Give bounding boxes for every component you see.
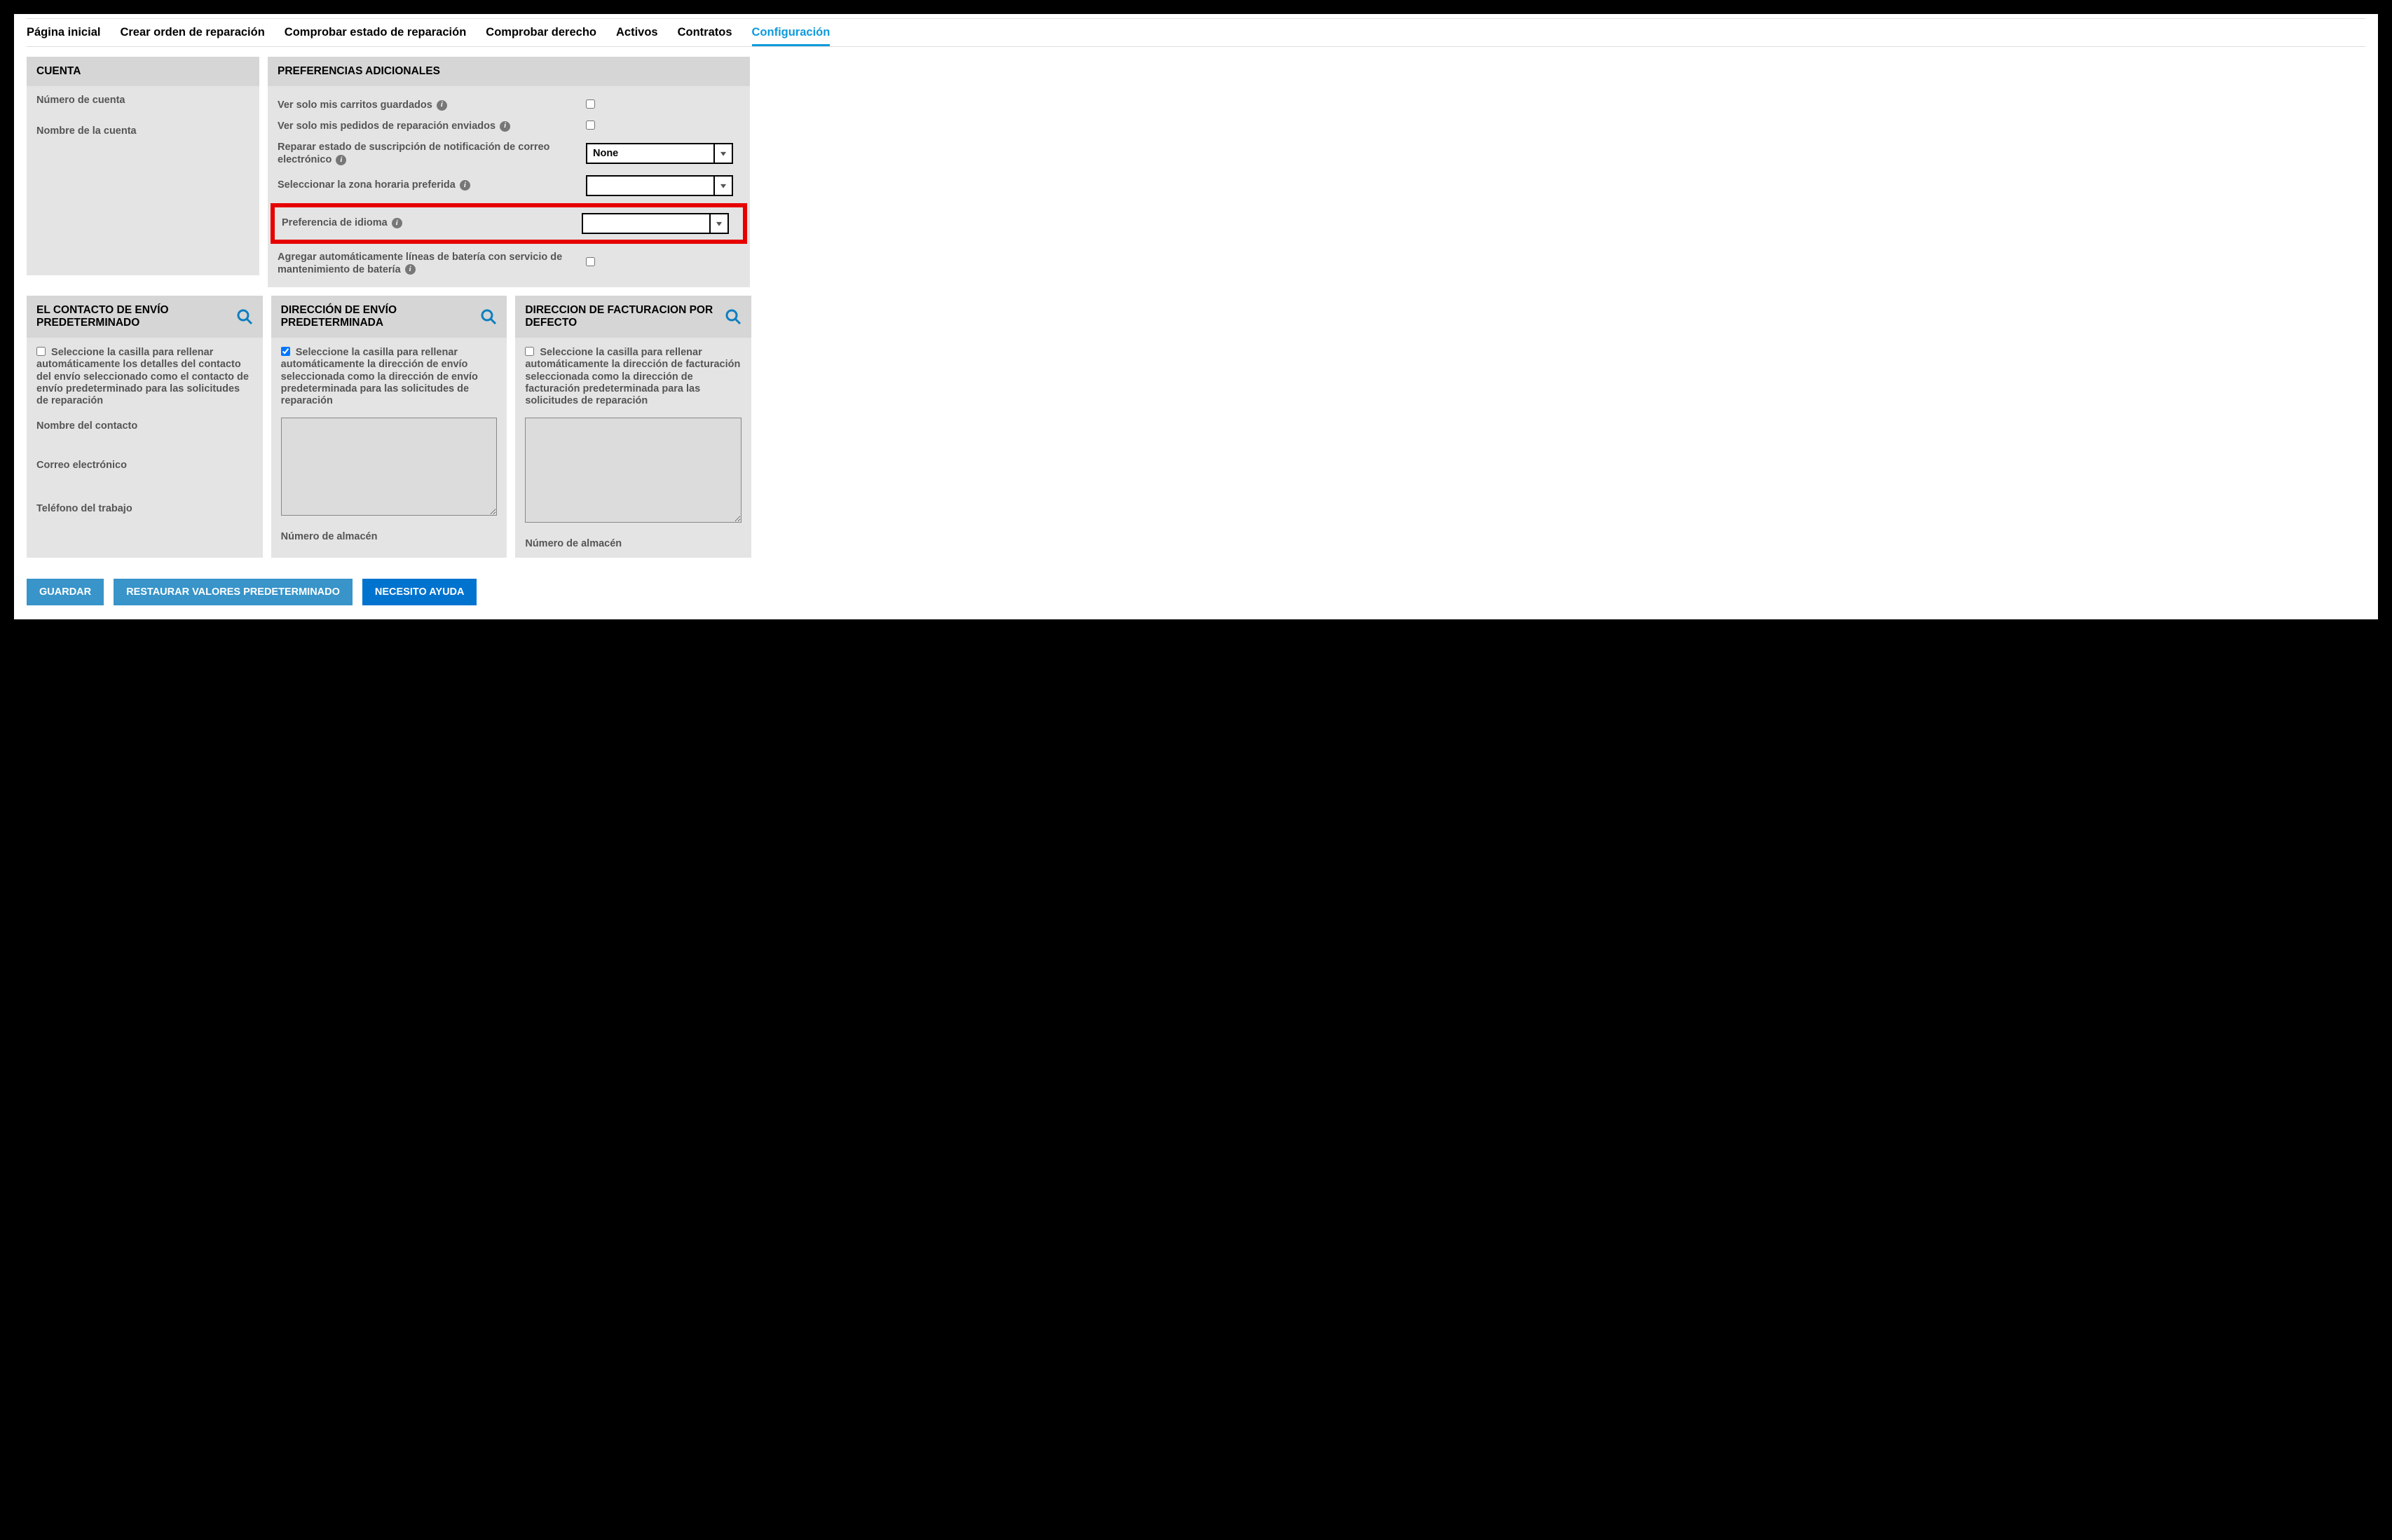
panel-ship-contact: EL CONTACTO DE ENVÍO PREDETERMINADO Sele… xyxy=(27,296,263,558)
info-icon[interactable]: i xyxy=(392,218,402,228)
tab-contracts[interactable]: Contratos xyxy=(678,26,732,39)
chevron-down-icon xyxy=(713,144,732,163)
pref-only-my-carts-checkbox[interactable] xyxy=(586,99,595,109)
panel-account-header: CUENTA xyxy=(27,57,259,86)
ship-contact-phone-label: Teléfono del trabajo xyxy=(36,503,253,514)
ship-address-autofill-label: Seleccione la casilla para rellenar auto… xyxy=(281,347,478,407)
action-buttons: GUARDAR RESTAURAR VALORES PREDETERMINADO… xyxy=(27,579,2365,605)
info-icon[interactable]: i xyxy=(405,264,416,275)
pref-only-my-carts-label: Ver solo mis carritos guardados xyxy=(278,99,432,111)
search-icon[interactable] xyxy=(480,308,497,325)
ship-contact-autofill-label: Seleccione la casilla para rellenar auto… xyxy=(36,347,249,407)
tab-create-repair[interactable]: Crear orden de reparación xyxy=(120,26,264,39)
panel-ship-address-title: DIRECCIÓN DE ENVÍO PREDETERMINADA xyxy=(281,304,481,329)
bill-address-autofill-checkbox[interactable] xyxy=(525,347,534,356)
info-icon[interactable]: i xyxy=(336,155,346,165)
tab-check-repair[interactable]: Comprobar estado de reparación xyxy=(285,26,466,39)
pref-only-my-orders-label: Ver solo mis pedidos de reparación envia… xyxy=(278,121,496,132)
pref-auto-battery-label: Agregar automáticamente líneas de baterí… xyxy=(278,252,562,275)
info-icon[interactable]: i xyxy=(460,180,470,191)
ship-address-autofill-checkbox[interactable] xyxy=(281,347,290,356)
pref-language-select[interactable] xyxy=(582,213,729,234)
panel-preferences-header: PREFERENCIAS ADICIONALES xyxy=(268,57,750,86)
pref-only-my-orders-checkbox[interactable] xyxy=(586,121,595,130)
account-number-label: Número de cuenta xyxy=(36,95,250,106)
save-button[interactable]: GUARDAR xyxy=(27,579,104,605)
info-icon[interactable]: i xyxy=(437,100,447,111)
ship-contact-email-label: Correo electrónico xyxy=(36,460,253,471)
pref-language-label: Preferencia de idioma xyxy=(282,217,388,228)
panel-bill-address-title: DIRECCION DE FACTURACION POR DEFECTO xyxy=(525,304,725,329)
info-icon[interactable]: i xyxy=(500,121,510,132)
tab-check-entitlement[interactable]: Comprobar derecho xyxy=(486,26,596,39)
search-icon[interactable] xyxy=(725,308,741,325)
pref-timezone-label: Seleccionar la zona horaria preferida xyxy=(278,179,456,191)
tab-home[interactable]: Página inicial xyxy=(27,26,100,39)
panel-preferences: PREFERENCIAS ADICIONALES Ver solo mis ca… xyxy=(268,57,750,287)
ship-address-textarea[interactable] xyxy=(281,418,498,516)
panel-ship-contact-title: EL CONTACTO DE ENVÍO PREDETERMINADO xyxy=(36,304,236,329)
panel-bill-address: DIRECCION DE FACTURACION POR DEFECTO Sel… xyxy=(515,296,751,558)
main-tabs: Página inicial Crear orden de reparación… xyxy=(27,18,2365,47)
tab-assets[interactable]: Activos xyxy=(616,26,658,39)
pref-language-highlight: Preferencia de idioma i xyxy=(271,203,747,244)
chevron-down-icon xyxy=(713,177,732,195)
account-name-label: Nombre de la cuenta xyxy=(36,125,250,137)
pref-email-sub-value: None xyxy=(587,148,713,159)
panel-ship-address: DIRECCIÓN DE ENVÍO PREDETERMINADA Selecc… xyxy=(271,296,507,558)
restore-defaults-button[interactable]: RESTAURAR VALORES PREDETERMINADO xyxy=(114,579,353,605)
bill-address-textarea[interactable] xyxy=(525,418,741,523)
pref-email-sub-label: Reparar estado de suscripción de notific… xyxy=(278,142,549,165)
panel-account: CUENTA Número de cuenta Nombre de la cue… xyxy=(27,57,259,275)
pref-email-sub-select[interactable]: None xyxy=(586,143,733,164)
bill-address-autofill-label: Seleccione la casilla para rellenar auto… xyxy=(525,347,740,407)
tab-configuration[interactable]: Configuración xyxy=(752,26,831,46)
ship-contact-autofill-checkbox[interactable] xyxy=(36,347,46,356)
chevron-down-icon xyxy=(709,214,727,233)
ship-address-warehouse-label: Número de almacén xyxy=(281,531,498,542)
need-help-button[interactable]: NECESITO AYUDA xyxy=(362,579,477,605)
bill-address-warehouse-label: Número de almacén xyxy=(525,538,741,549)
search-icon[interactable] xyxy=(236,308,253,325)
ship-contact-name-label: Nombre del contacto xyxy=(36,420,253,432)
pref-auto-battery-checkbox[interactable] xyxy=(586,257,595,266)
pref-timezone-select[interactable] xyxy=(586,175,733,196)
